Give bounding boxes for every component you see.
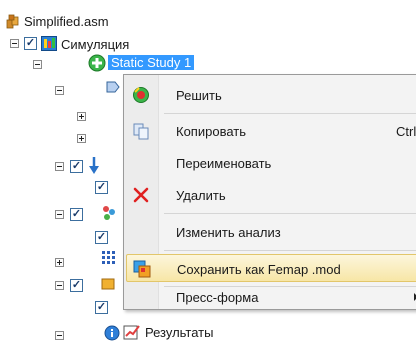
item-checkbox[interactable]: ✓ bbox=[70, 160, 83, 173]
item-checkbox[interactable]: ✓ bbox=[95, 231, 108, 244]
tree-root-label[interactable]: Simplified.asm bbox=[24, 14, 109, 29]
expand-toggle[interactable] bbox=[55, 258, 64, 267]
expand-toggle[interactable] bbox=[77, 134, 86, 143]
expand-toggle[interactable] bbox=[77, 112, 86, 121]
item-checkbox[interactable]: ✓ bbox=[95, 181, 108, 194]
delete-icon bbox=[133, 187, 149, 203]
info-icon bbox=[104, 325, 120, 341]
tree-study-label[interactable]: Static Study 1 bbox=[108, 55, 195, 70]
femap-icon bbox=[133, 260, 151, 278]
menu-item-label: Переименовать bbox=[176, 156, 272, 171]
folder-icon bbox=[101, 278, 115, 290]
collapse-toggle[interactable] bbox=[55, 86, 64, 95]
arrow-down-icon bbox=[89, 157, 99, 174]
menu-item-delete[interactable]: Удалить bbox=[126, 181, 416, 209]
menu-item-label: Решить bbox=[176, 88, 222, 103]
collapse-toggle[interactable] bbox=[10, 39, 19, 48]
results-icon bbox=[123, 325, 140, 340]
solve-icon bbox=[133, 87, 149, 103]
fixture-icon bbox=[103, 206, 115, 220]
menu-item-shortcut: Ctrl+C bbox=[396, 124, 416, 139]
context-menu: Решить Копировать Ctrl+C Переименовать У… bbox=[123, 74, 416, 310]
menu-item-save-as-femap[interactable]: Сохранить как Femap .mod bbox=[126, 254, 416, 282]
simulation-checkbox[interactable]: ✓ bbox=[24, 37, 37, 50]
item-checkbox[interactable]: ✓ bbox=[70, 208, 83, 221]
menu-item-copy[interactable]: Копировать Ctrl+C bbox=[126, 117, 416, 145]
menu-item-rename[interactable]: Переименовать bbox=[126, 149, 416, 177]
menu-item-mold[interactable]: Пресс-форма bbox=[126, 283, 416, 311]
copy-icon bbox=[133, 123, 149, 140]
menu-item-label: Копировать bbox=[176, 124, 246, 139]
connections-icon bbox=[106, 81, 120, 93]
collapse-toggle[interactable] bbox=[33, 60, 42, 69]
collapse-toggle[interactable] bbox=[55, 210, 64, 219]
tree-results-label[interactable]: Результаты bbox=[145, 325, 213, 340]
study-status-icon bbox=[88, 54, 106, 72]
assembly-icon bbox=[6, 14, 19, 29]
menu-item-edit-analysis[interactable]: Изменить анализ bbox=[126, 218, 416, 246]
tree-simulation-label[interactable]: Симуляция bbox=[61, 37, 129, 52]
menu-item-solve[interactable]: Решить bbox=[126, 81, 416, 109]
item-checkbox[interactable]: ✓ bbox=[70, 279, 83, 292]
menu-separator bbox=[164, 213, 416, 214]
collapse-toggle[interactable] bbox=[55, 162, 64, 171]
mesh-icon bbox=[102, 251, 115, 264]
menu-item-label: Сохранить как Femap .mod bbox=[177, 262, 341, 277]
menu-item-label: Удалить bbox=[176, 188, 226, 203]
menu-separator bbox=[164, 113, 416, 114]
collapse-toggle[interactable] bbox=[55, 281, 64, 290]
menu-item-label: Пресс-форма bbox=[176, 290, 259, 305]
item-checkbox[interactable]: ✓ bbox=[95, 301, 108, 314]
collapse-toggle[interactable] bbox=[55, 331, 64, 340]
menu-separator bbox=[164, 250, 416, 251]
menu-item-label: Изменить анализ bbox=[176, 225, 281, 240]
simulation-icon bbox=[41, 36, 57, 51]
